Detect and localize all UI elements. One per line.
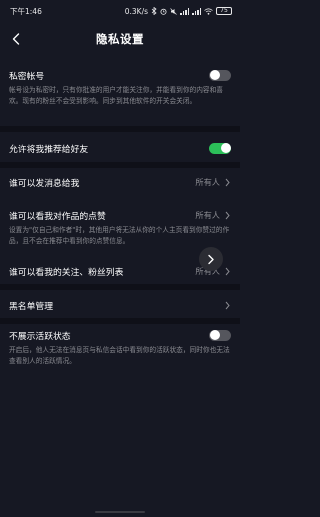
toggle-knob [209, 330, 220, 340]
toggle-knob [209, 70, 220, 80]
section-divider [0, 318, 240, 324]
toggle-knob [220, 143, 231, 153]
who-can-message-row[interactable]: 谁可以发消息给我 所有人 [0, 173, 240, 191]
section-divider [0, 284, 240, 290]
chevron-right-icon [225, 301, 230, 309]
page-title: 隐私设置 [96, 32, 144, 46]
private-account-description: 帐号设为私密时，只有你批准的用户才能关注你，并能看到你的内容和喜欢。现有的粉丝不… [9, 86, 223, 105]
recommend-to-friends-toggle[interactable] [209, 142, 231, 154]
hide-active-status-toggle[interactable] [209, 329, 231, 341]
who-can-see-likes-label: 谁可以看我对作品的点赞 [9, 211, 106, 222]
recommend-to-friends-label: 允许将我推荐给好友 [9, 144, 89, 155]
bluetooth-icon [151, 7, 157, 15]
hide-active-status-row: 不展示活跃状态 开启后，他人无法在消息页与私信会话中看到你的活跃状态，同时你也无… [0, 326, 240, 366]
section-divider [0, 162, 240, 168]
hide-active-status-label: 不展示活跃状态 [9, 331, 71, 342]
private-account-row: 私密帐号 帐号设为私密时，只有你批准的用户才能关注你，并能看到你的内容和喜欢。现… [0, 66, 240, 106]
who-can-message-label: 谁可以发消息给我 [9, 178, 80, 189]
hide-active-status-description: 开启后，他人无法在消息页与私信会话中看到你的活跃状态，同时你也无法查看别人的活跃… [9, 346, 230, 365]
status-indicators: 0.3K/s 75 [125, 7, 232, 16]
mute-icon [170, 7, 177, 15]
who-can-see-follows-label: 谁可以看我的关注、粉丝列表 [9, 267, 124, 278]
who-can-see-likes-row[interactable]: 谁可以看我对作品的点赞 所有人 设置为"仅自己和作者"时，其他用户将无法从你的个… [0, 206, 240, 246]
blacklist-label: 黑名单管理 [9, 301, 53, 312]
back-arrow-icon [12, 33, 20, 45]
home-indicator[interactable] [95, 511, 145, 513]
header: 隐私设置 [0, 24, 240, 54]
privacy-settings-screen: 下午1:46 0.3K/s 75 隐私设置 私密帐号 帐号设为私密时，只有你批准… [0, 0, 240, 517]
signal-icon-2 [192, 7, 201, 15]
wifi-icon [204, 7, 213, 15]
battery-icon: 75 [216, 7, 232, 15]
back-button[interactable] [6, 29, 26, 49]
recommend-to-friends-row: 允许将我推荐给好友 [0, 139, 240, 157]
private-account-toggle[interactable] [209, 69, 231, 81]
who-can-message-value: 所有人 [195, 177, 220, 187]
private-account-label: 私密帐号 [9, 71, 45, 82]
chevron-right-icon [225, 267, 230, 275]
chevron-right-icon [225, 211, 230, 219]
floating-next-button[interactable] [199, 247, 223, 271]
alarm-icon [160, 8, 167, 15]
who-can-see-likes-value: 所有人 [195, 210, 220, 220]
section-divider [0, 126, 240, 132]
who-can-see-likes-description: 设置为"仅自己和作者"时，其他用户将无法从你的个人主页看到你赞过的作品，且不会在… [9, 226, 230, 245]
signal-icon [180, 7, 189, 15]
status-bar: 下午1:46 0.3K/s 75 [0, 0, 240, 22]
blacklist-row[interactable]: 黑名单管理 [0, 296, 240, 314]
status-time: 下午1:46 [10, 6, 42, 16]
chevron-right-icon [225, 178, 230, 186]
chevron-right-icon [208, 254, 214, 264]
network-speed: 0.3K/s [124, 6, 148, 16]
